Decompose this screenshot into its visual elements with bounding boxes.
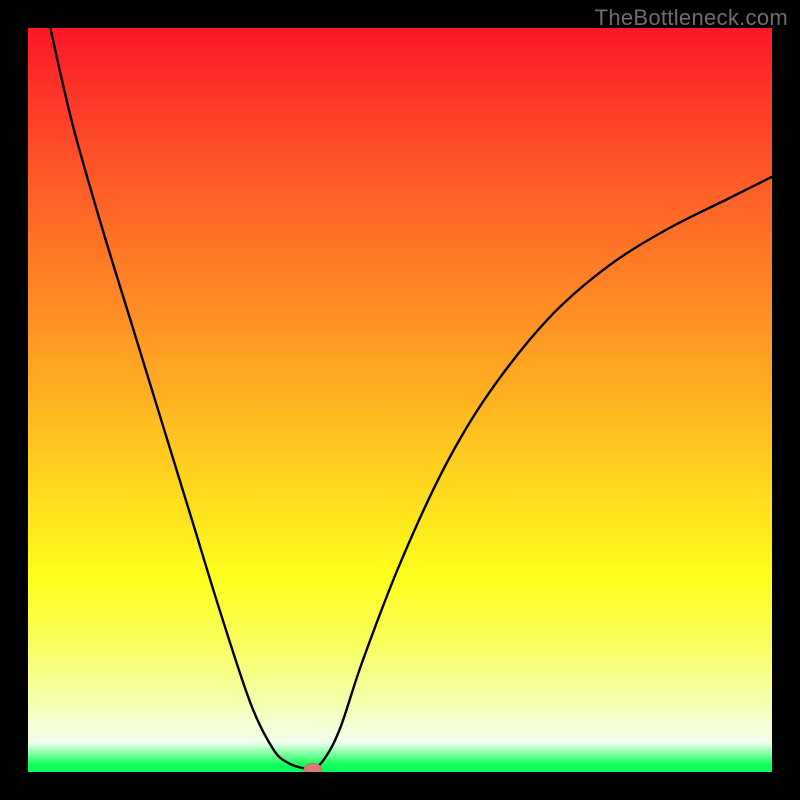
chart-frame: TheBottleneck.com	[0, 0, 800, 800]
chart-curve	[50, 28, 772, 770]
chart-plot-area	[28, 28, 772, 772]
chart-overlay	[28, 28, 772, 772]
watermark-text: TheBottleneck.com	[595, 5, 788, 31]
